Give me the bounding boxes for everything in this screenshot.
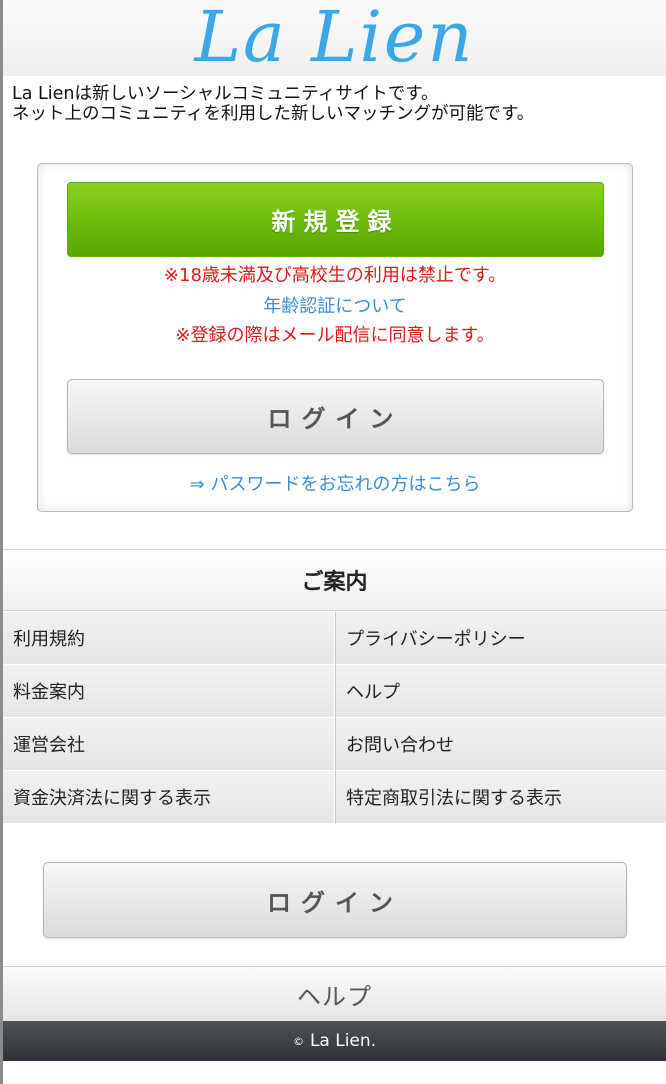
guide-item-commerce-act[interactable]: 特定商取引法に関する表示 [335,771,666,824]
page: La Lien La Lienは新しいソーシャルコミュニティサイトです。 ネット… [0,0,666,1084]
copyright-text: La Lien. [309,1031,377,1051]
site-logo[interactable]: La Lien [3,0,666,80]
arrow-right-icon: ⇒ [189,474,205,495]
age-restriction-notice: ※18歳未満及び高校生の利用は禁止です。 [163,265,507,286]
guide-item-contact[interactable]: お問い合わせ [335,718,666,771]
mail-consent-notice: ※登録の際はメール配信に同意します。 [175,325,495,346]
footer: © La Lien. [3,1021,666,1061]
guide-item-terms[interactable]: 利用規約 [3,612,334,665]
guide-heading: ご案内 [3,549,666,611]
guide-menu: 利用規約 プライバシーポリシー 料金案内 ヘルプ 運営会社 お問い合わせ 資金決… [3,612,666,824]
help-bar-button[interactable]: ヘルプ [3,966,666,1021]
guide-item-pricing[interactable]: 料金案内 [3,665,334,718]
intro-text: La Lienは新しいソーシャルコミュニティサイトです。 ネット上のコミュニティ… [12,84,662,124]
register-button[interactable]: 新規登録 [67,182,604,257]
guide-item-company[interactable]: 運営会社 [3,718,334,771]
forgot-password-link[interactable]: ⇒ パスワードをお忘れの方はこちら [38,470,632,496]
guide-item-privacy[interactable]: プライバシーポリシー [335,612,666,665]
age-verification-link[interactable]: 年齢認証について [38,296,632,318]
forgot-password-label: パスワードをお忘れの方はこちら [210,474,481,495]
header: La Lien [3,0,666,78]
intro-line-1: La Lienは新しいソーシャルコミュニティサイトです。 [12,84,439,104]
bottom-login-button[interactable]: ログイン [43,862,627,938]
copyright-symbol: © [292,1034,304,1048]
left-edge-border [0,0,3,1084]
intro-line-2: ネット上のコミュニティを利用した新しいマッチングが可能です。 [12,104,535,124]
auth-panel: 新規登録 ※18歳未満及び高校生の利用は禁止です。 年齢認証について ※登録の際… [37,163,633,512]
guide-item-help[interactable]: ヘルプ [335,665,666,718]
guide-item-payment-act[interactable]: 資金決済法に関する表示 [3,771,334,824]
login-button[interactable]: ログイン [67,379,604,454]
